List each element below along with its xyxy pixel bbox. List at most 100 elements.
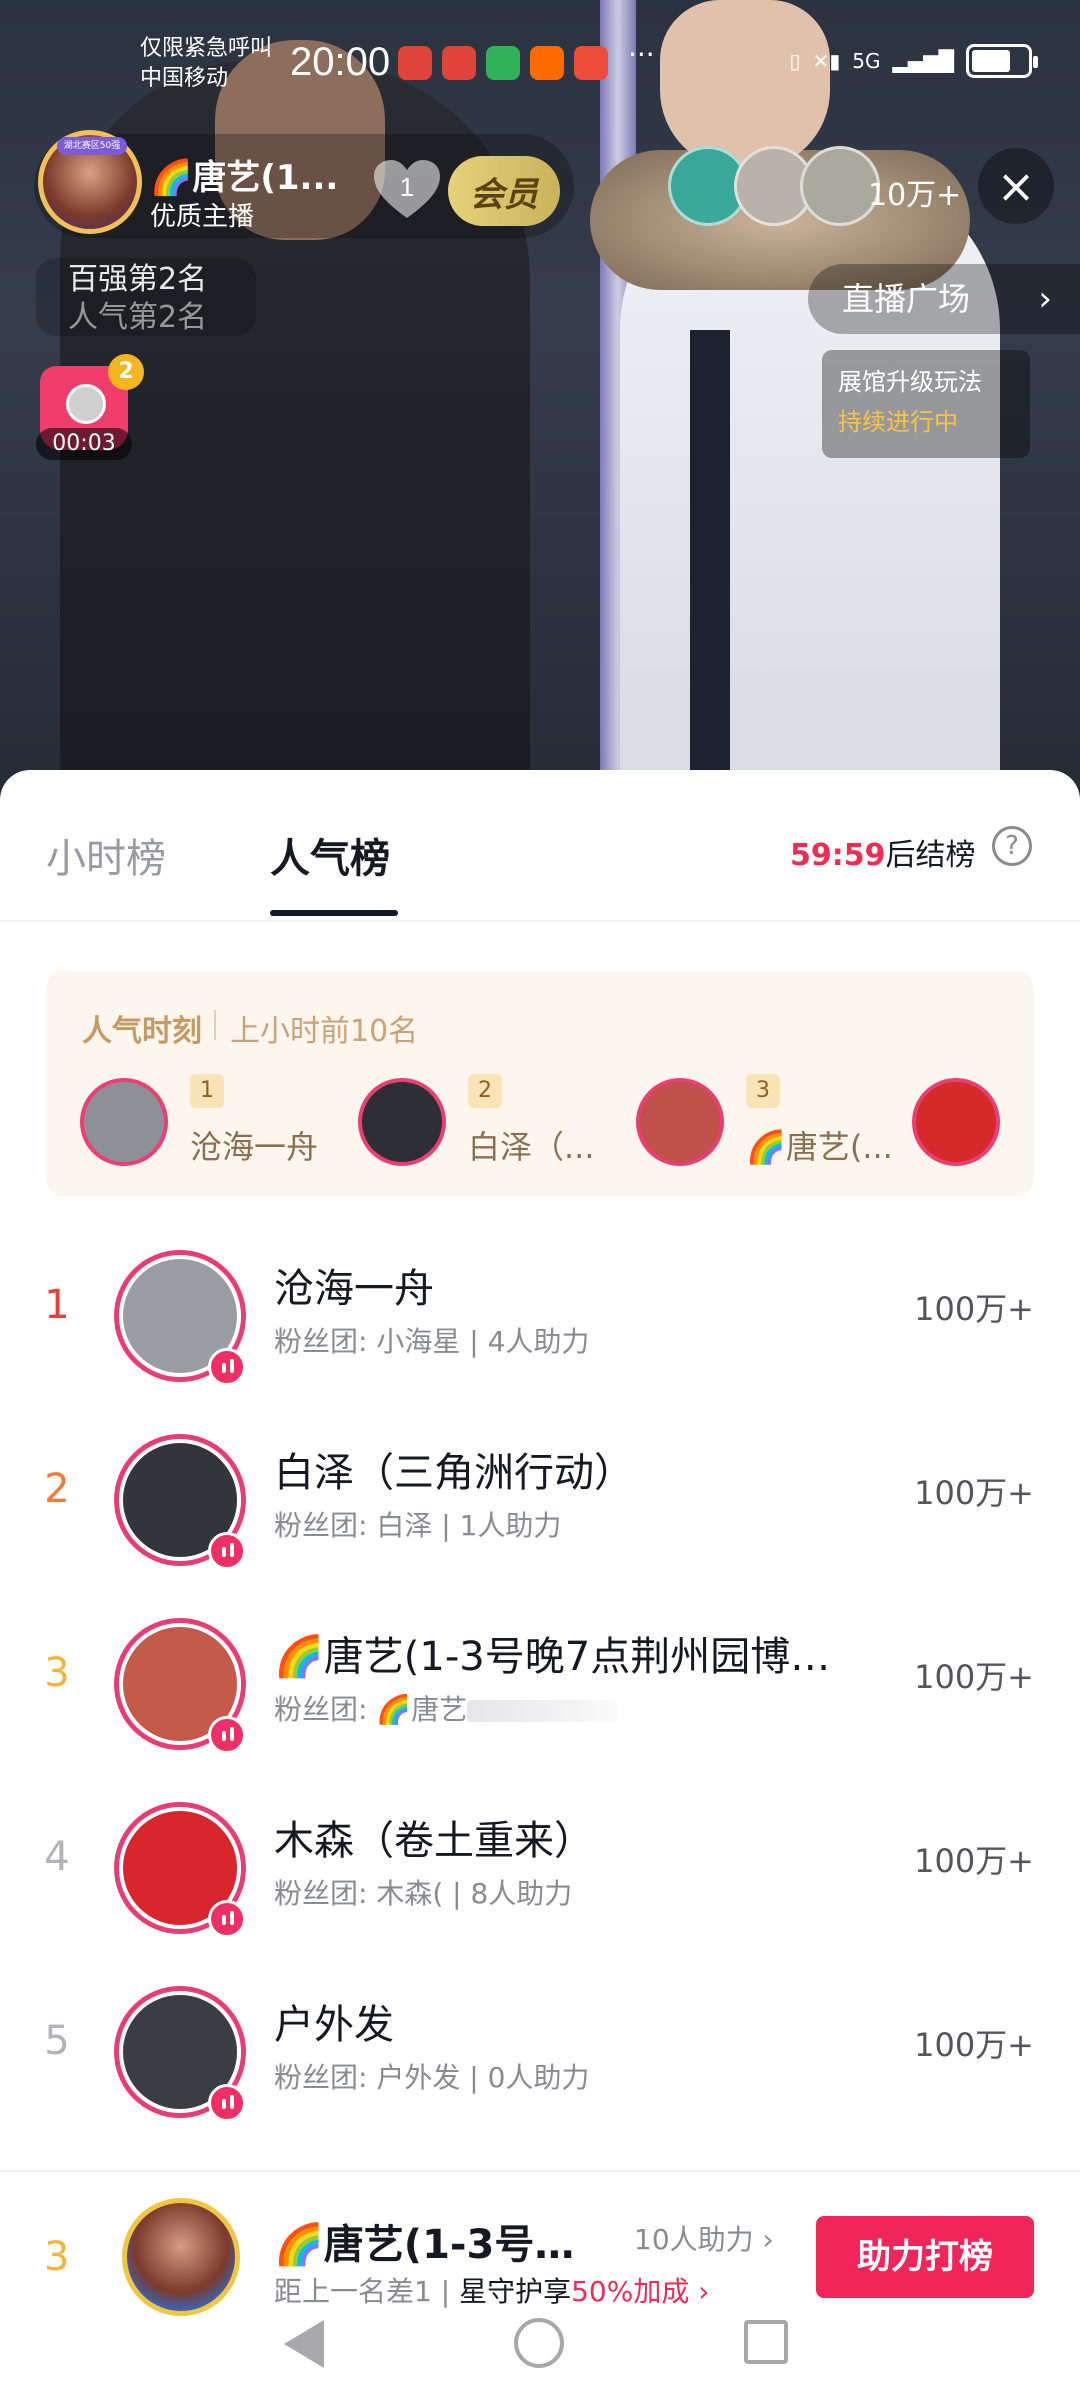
ranking-tabs: 小时榜 人气榜 59:59后结榜 ?: [0, 770, 1080, 922]
moment-item[interactable]: 2 白泽（...: [358, 1074, 618, 1170]
close-button[interactable]: ×: [978, 148, 1054, 224]
signal-label: 5G: [852, 49, 881, 73]
status-bar: 仅限紧急呼叫 中国移动 20:00 ··· ▯ ✕▮ 5G ▂▄▆█: [0, 0, 1080, 130]
helpers-link[interactable]: 10人助力 ›: [634, 2218, 774, 2258]
anchor-name: 户外发: [274, 2002, 394, 2048]
expo-status: 持续进行中: [838, 408, 958, 436]
carrier-info: 仅限紧急呼叫 中国移动: [140, 34, 272, 94]
popularity-moment[interactable]: 人气时刻 上小时前10名 1 沧海一舟 2 白泽（... 3 🌈唐艺(...: [46, 970, 1034, 1196]
ranking-row[interactable]: 5 户外发 粉丝团: 户外发 | 0人助力 100万+: [0, 1956, 1080, 2140]
host-name[interactable]: 🌈唐艺(1...: [150, 150, 338, 199]
score: 100万+: [914, 2026, 1034, 2064]
notification-icons: [398, 46, 608, 80]
back-icon[interactable]: [284, 2320, 324, 2368]
expo-title: 展馆升级玩法: [838, 368, 982, 396]
anchor-name: 沧海一舟: [274, 1266, 434, 1312]
bonus-text: 50%加成 ›: [571, 2275, 710, 2308]
live-indicator-icon: [208, 1900, 246, 1938]
host-ribbon: 湖北赛区50强: [57, 137, 127, 155]
avatar: [912, 1078, 1000, 1166]
signal-icon: ▂▄▆█: [892, 49, 954, 73]
red-packet-avatar: [66, 384, 106, 424]
rank-line-2: 人气第2名: [68, 300, 208, 335]
countdown-time: 59:59: [790, 838, 886, 873]
rank-number: 4: [44, 1834, 70, 1880]
live-plaza-button[interactable]: 直播广场 ›: [808, 264, 1080, 334]
chevron-right-icon: ›: [1038, 279, 1052, 319]
ranking-row[interactable]: 1 沧海一舟 粉丝团: 小海星 | 4人助力 100万+: [0, 1220, 1080, 1404]
live-indicator-icon: [208, 2084, 246, 2122]
fan-club-text: 粉丝团: 🌈唐艺: [274, 1693, 468, 1726]
anchor-name: 🌈唐艺(1-3号晚7点荆州园博…: [274, 1634, 831, 1680]
no-sim-icon: ✕▮: [812, 49, 841, 73]
clock: 20:00: [290, 40, 391, 84]
live-indicator-icon: [208, 1348, 246, 1386]
tab-hourly[interactable]: 小时榜: [46, 826, 166, 884]
moment-item[interactable]: [912, 1074, 1012, 1170]
vibrate-icon: ▯: [789, 49, 801, 73]
avatar: [358, 1078, 446, 1166]
fan-club: 粉丝团: 🌈唐艺: [274, 1688, 618, 1728]
host-avatar[interactable]: 湖北赛区50强: [38, 130, 142, 234]
moment-item[interactable]: 3 🌈唐艺(...: [636, 1074, 896, 1170]
red-app-icon: [574, 46, 608, 80]
green-app-icon: [486, 46, 520, 80]
gap-text: 距上一名差1 |: [274, 2275, 460, 2308]
countdown: 59:59后结榜: [790, 830, 976, 874]
moment-item[interactable]: 1 沧海一舟: [80, 1074, 340, 1170]
moment-title: 人气时刻: [82, 1014, 202, 1049]
score: 100万+: [914, 1658, 1034, 1696]
score: 100万+: [914, 1842, 1034, 1880]
boost-rank-button[interactable]: 助力打榜: [816, 2216, 1034, 2298]
live-indicator-icon: [208, 1716, 246, 1754]
ranking-list: 1 沧海一舟 粉丝团: 小海星 | 4人助力 100万+ 2 白泽（三角洲行动）…: [0, 1220, 1080, 2140]
more-notifications: ···: [628, 38, 655, 71]
ranking-sheet: 小时榜 人气榜 59:59后结榜 ? 人气时刻 上小时前10名 1 沧海一舟 2…: [0, 770, 1080, 2400]
fan-club: 粉丝团: 白泽 | 1人助力: [274, 1509, 562, 1542]
rank-number: 2: [44, 1466, 70, 1512]
avatar: [80, 1078, 168, 1166]
my-rank-number: 3: [44, 2234, 70, 2280]
red-packet[interactable]: 2 00:03: [36, 354, 144, 460]
moment-name: 沧海一舟: [190, 1128, 319, 1166]
ranking-row[interactable]: 4 木森（卷土重来） 粉丝团: 木森( | 8人助力 100万+: [0, 1772, 1080, 1956]
moment-rank: 2: [468, 1074, 502, 1108]
fan-club: 粉丝团: 小海星 | 4人助力: [274, 1325, 590, 1358]
ranking-row[interactable]: 2 白泽（三角洲行动） 粉丝团: 白泽 | 1人助力 100万+: [0, 1404, 1080, 1588]
plaza-label: 直播广场: [842, 280, 971, 318]
recent-apps-icon[interactable]: [744, 2320, 788, 2364]
heart-icon[interactable]: 1: [372, 158, 442, 222]
system-icons: ▯ ✕▮ 5G ▂▄▆█: [789, 44, 1038, 78]
viewer-count[interactable]: 10万+: [868, 170, 961, 214]
redacted-text: [467, 1700, 618, 1722]
moment-name: 🌈唐艺(...: [746, 1128, 893, 1166]
vip-button[interactable]: 会员: [448, 156, 560, 226]
guard-text: 星守护享: [459, 2275, 572, 2308]
anchor-name: 白泽（三角洲行动）: [274, 1450, 634, 1496]
expo-banner[interactable]: 展馆升级玩法 持续进行中: [822, 350, 1030, 458]
ranking-row[interactable]: 3 🌈唐艺(1-3号晚7点荆州园博… 粉丝团: 🌈唐艺 100万+: [0, 1588, 1080, 1772]
rank-number: 1: [44, 1282, 70, 1328]
avatar[interactable]: [122, 2198, 240, 2316]
help-icon[interactable]: ?: [992, 826, 1032, 866]
rank-ticker[interactable]: 百强第2名 人气第2名: [36, 258, 256, 336]
fan-club: 粉丝团: 木森( | 8人助力: [274, 1877, 573, 1910]
taobao-icon: [530, 46, 564, 80]
tab-popularity[interactable]: 人气榜: [270, 826, 390, 884]
moment-rank: 3: [746, 1074, 780, 1108]
avatar: [636, 1078, 724, 1166]
divider: [214, 1010, 216, 1040]
home-icon[interactable]: [514, 2318, 564, 2368]
score: 100万+: [914, 1290, 1034, 1328]
rank-gap[interactable]: 距上一名差1 | 星守护享50%加成 ›: [274, 2270, 709, 2310]
carrier-name: 中国移动: [140, 66, 229, 91]
emergency-text: 仅限紧急呼叫: [140, 36, 273, 61]
anchor-name: 木森（卷土重来）: [274, 1818, 594, 1864]
fan-club: 粉丝团: 户外发 | 0人助力: [274, 2061, 590, 2094]
huawei-store-icon: [398, 46, 432, 80]
active-tab-indicator: [270, 910, 398, 916]
host-badge: 优质主播: [150, 202, 255, 232]
moment-name: 白泽（...: [468, 1128, 595, 1166]
top-viewers[interactable]: [668, 146, 880, 226]
moment-subtitle: 上小时前10名: [230, 1014, 419, 1049]
